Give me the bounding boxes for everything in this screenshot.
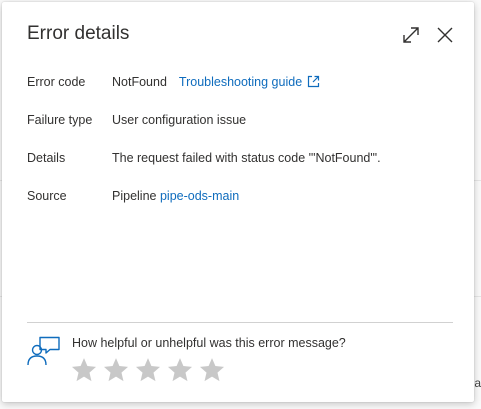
star-rating bbox=[70, 356, 226, 384]
close-button[interactable] bbox=[433, 23, 457, 47]
expand-icon bbox=[403, 27, 419, 43]
feedback-question: How helpful or unhelpful was this error … bbox=[72, 336, 346, 350]
background-text-fragment: a bbox=[474, 376, 481, 390]
error-code-value-group: NotFound Troubleshooting guide bbox=[112, 75, 320, 89]
dialog-title: Error details bbox=[27, 23, 130, 44]
source-prefix: Pipeline bbox=[112, 189, 157, 203]
error-details-dialog: Error details Error code NotFound Trouble… bbox=[2, 2, 474, 402]
feedback-divider bbox=[27, 322, 453, 323]
details-value: The request failed with status code '"No… bbox=[112, 151, 381, 165]
external-link-icon bbox=[308, 75, 320, 88]
troubleshooting-guide-link[interactable]: Troubleshooting guide bbox=[179, 75, 320, 89]
error-code-value: NotFound bbox=[112, 75, 167, 89]
expand-button[interactable] bbox=[399, 23, 423, 47]
star-1-icon[interactable] bbox=[70, 356, 98, 384]
feedback-person-chat-icon bbox=[27, 336, 60, 366]
error-code-label: Error code bbox=[27, 75, 86, 89]
details-label: Details bbox=[27, 151, 66, 165]
failure-type-value: User configuration issue bbox=[112, 113, 247, 127]
star-2-icon[interactable] bbox=[102, 356, 130, 384]
star-4-icon[interactable] bbox=[166, 356, 194, 384]
star-3-icon[interactable] bbox=[134, 356, 162, 384]
close-icon bbox=[437, 27, 453, 43]
source-label: Source bbox=[27, 189, 67, 203]
source-value-group: Pipeline pipe-ods-main bbox=[112, 189, 239, 203]
troubleshooting-guide-label: Troubleshooting guide bbox=[178, 75, 303, 89]
pipeline-link[interactable]: pipe-ods-main bbox=[160, 189, 239, 203]
star-5-icon[interactable] bbox=[198, 356, 226, 384]
failure-type-label: Failure type bbox=[27, 113, 93, 127]
